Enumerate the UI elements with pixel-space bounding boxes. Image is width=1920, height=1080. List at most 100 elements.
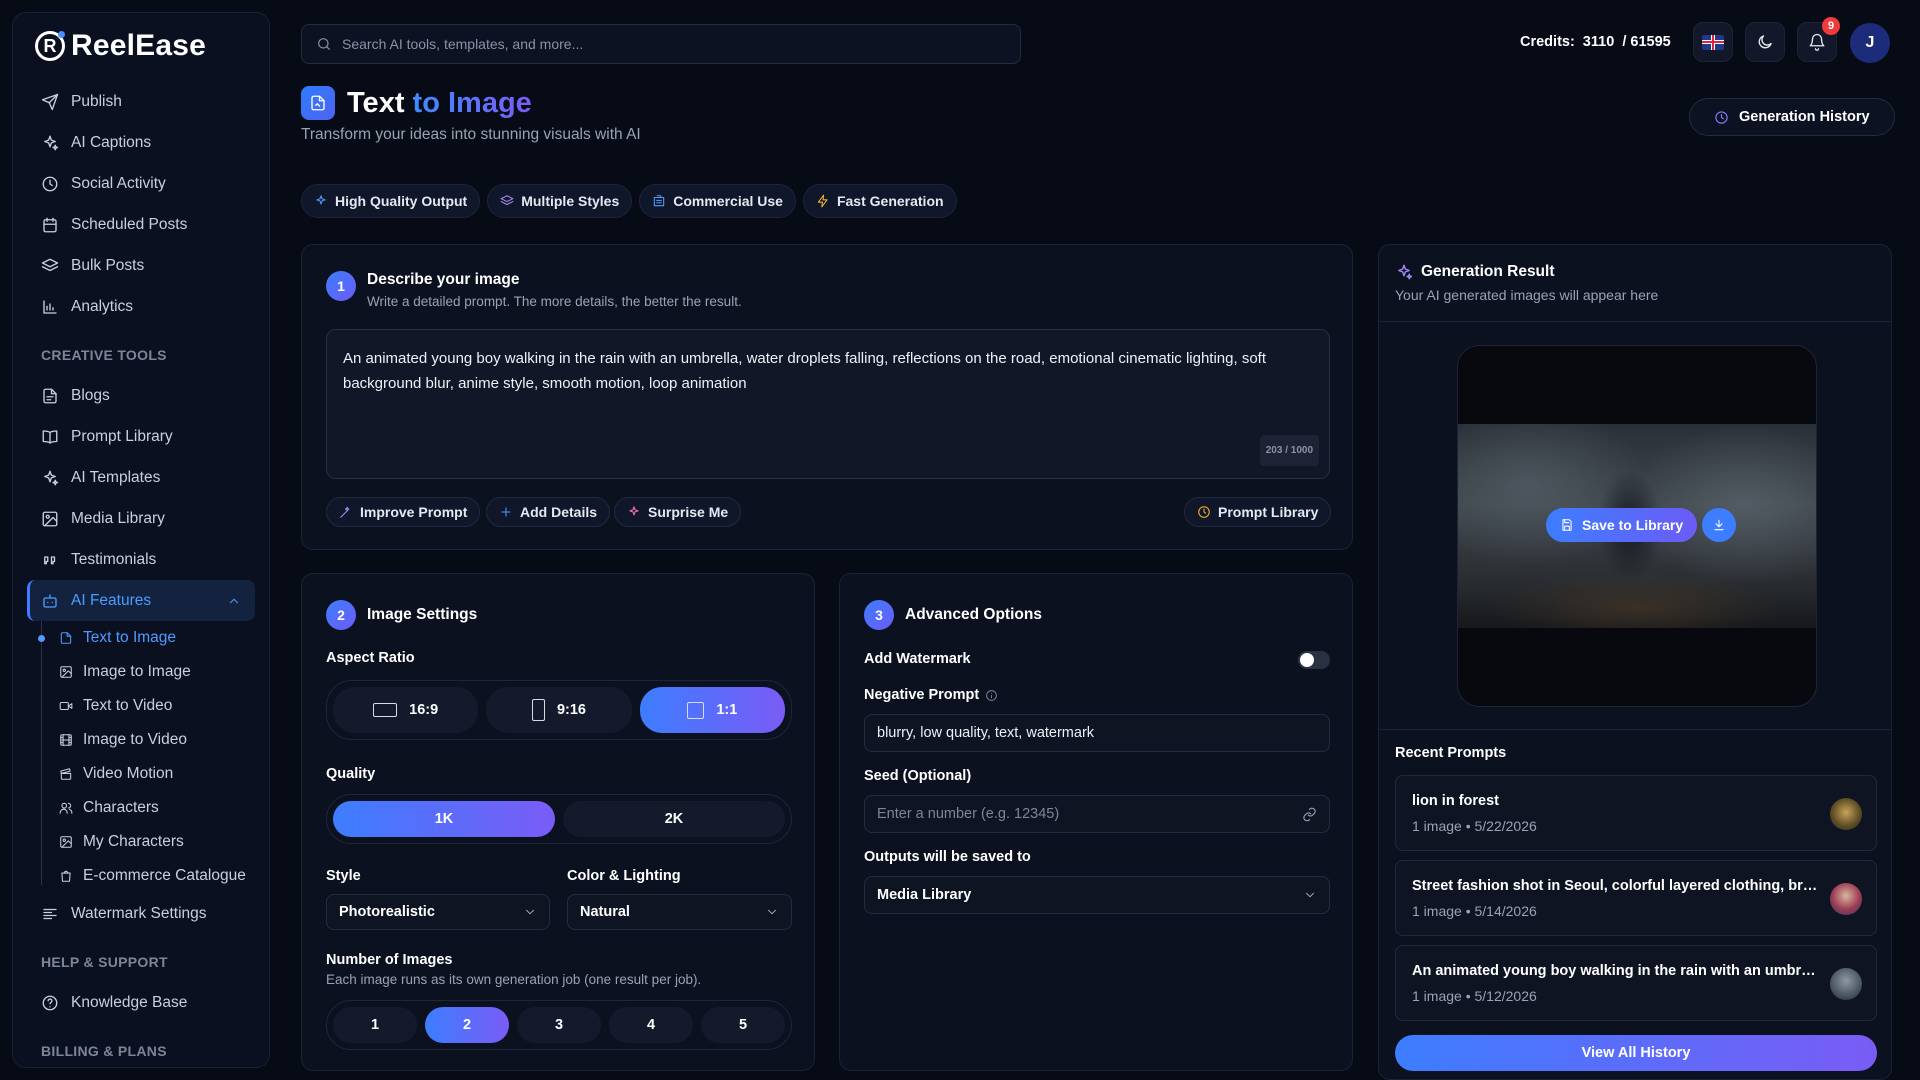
credits-display: Credits: 3110 / 61595 <box>1520 34 1671 50</box>
credits-used: 3110 <box>1582 34 1615 50</box>
recent-prompt-item[interactable]: Street fashion shot in Seoul, colorful l… <box>1395 860 1877 936</box>
card-title: Describe your image <box>367 271 520 288</box>
generation-history-button[interactable]: Generation History <box>1689 98 1895 136</box>
logo-icon: R <box>35 31 65 61</box>
generated-image-preview[interactable]: Save to Library <box>1457 345 1817 707</box>
recent-prompt-title: Street fashion shot in Seoul, colorful l… <box>1412 878 1820 894</box>
sidebar-item-testimonials[interactable]: Testimonials <box>27 539 255 580</box>
quality-2k-option[interactable]: 2K <box>563 801 785 837</box>
page-header: Text to Image <box>301 86 532 120</box>
aspect-9-16-option[interactable]: 9:16 <box>486 687 632 733</box>
recent-prompt-thumbnail <box>1830 883 1862 915</box>
sidebar-item-image-to-video[interactable]: Image to Video <box>51 723 255 757</box>
logo[interactable]: R ReelEase <box>35 29 206 63</box>
recent-prompt-item[interactable]: An animated young boy walking in the rai… <box>1395 945 1877 1021</box>
save-location-select[interactable]: Media Library <box>864 876 1330 914</box>
improve-prompt-button[interactable]: Improve Prompt <box>326 497 481 527</box>
clock-icon <box>1198 506 1210 518</box>
sidebar-item-image-to-image[interactable]: Image to Image <box>51 655 255 689</box>
image-icon <box>60 836 72 848</box>
image-count-1[interactable]: 1 <box>333 1007 417 1043</box>
sidebar-item-label: AI Features <box>71 591 152 609</box>
seed-label: Seed (Optional) <box>864 768 972 784</box>
document-icon <box>43 388 57 403</box>
feature-chip: Fast Generation <box>802 184 957 218</box>
avatar[interactable]: J <box>1850 23 1890 63</box>
image-count-3[interactable]: 3 <box>517 1007 601 1043</box>
search-bar[interactable]: Search AI tools, templates, and more... <box>301 24 1021 64</box>
image-count-4[interactable]: 4 <box>609 1007 693 1043</box>
magic-wand-icon <box>340 506 350 518</box>
prompt-library-button[interactable]: Prompt Library <box>1184 497 1332 527</box>
image-icon <box>60 666 72 678</box>
negative-prompt-label: Negative Prompt <box>864 687 998 703</box>
section-creative-tools: CREATIVE TOOLS <box>41 347 167 363</box>
recent-prompt-meta: 1 image • 5/12/2026 <box>1412 988 1537 1004</box>
recent-prompts-title: Recent Prompts <box>1395 745 1507 761</box>
result-subtitle: Your AI generated images will appear her… <box>1395 287 1659 303</box>
search-input[interactable]: Search AI tools, templates, and more... <box>342 36 583 52</box>
aspect-16-9-option[interactable]: 16:9 <box>333 687 479 733</box>
prompt-textarea[interactable]: An animated young boy walking in the rai… <box>326 329 1330 479</box>
notifications-button[interactable]: 9 <box>1797 17 1840 62</box>
sparkle-icon <box>629 506 639 516</box>
color-lighting-select[interactable]: Natural <box>567 894 792 930</box>
sidebar-nav: Publish AI Captions Social Activity Sche… <box>27 81 255 1067</box>
download-button[interactable] <box>1702 508 1736 542</box>
sidebar-item-label: Scheduled Posts <box>71 215 188 233</box>
negative-prompt-input[interactable]: blurry, low quality, text, watermark <box>864 714 1330 752</box>
link-icon[interactable] <box>1302 807 1317 822</box>
seed-input[interactable]: Enter a number (e.g. 12345) <box>864 795 1330 833</box>
book-icon <box>42 429 58 444</box>
language-button[interactable] <box>1693 22 1733 62</box>
recent-prompt-title: lion in forest <box>1412 793 1499 809</box>
style-select[interactable]: Photorealistic <box>326 894 550 930</box>
sidebar-item-media-library[interactable]: Media Library <box>27 498 255 539</box>
save-to-library-button[interactable]: Save to Library <box>1546 508 1698 542</box>
sidebar-item-video-motion[interactable]: Video Motion <box>51 757 255 791</box>
sidebar-item-publish[interactable]: Publish <box>27 81 255 122</box>
surprise-me-button[interactable]: Surprise Me <box>614 497 742 527</box>
sidebar-item-scheduled-posts[interactable]: Scheduled Posts <box>27 204 255 245</box>
theme-toggle-button[interactable] <box>1745 22 1785 62</box>
sidebar-item-my-characters[interactable]: My Characters <box>51 825 255 859</box>
chevron-down-icon <box>525 909 535 915</box>
sidebar-item-ai-templates[interactable]: AI Templates <box>27 457 255 498</box>
step-number: 2 <box>326 600 356 630</box>
help-circle-icon <box>42 995 58 1010</box>
quality-1k-option[interactable]: 1K <box>333 801 555 837</box>
sidebar-item-bulk-posts[interactable]: Bulk Posts <box>27 245 255 286</box>
sidebar-item-label: Text to Video <box>83 697 173 714</box>
info-icon <box>986 689 998 701</box>
image-count-2[interactable]: 2 <box>425 1007 509 1043</box>
number-of-images-label: Number of Images <box>326 952 453 968</box>
recent-prompt-item[interactable]: lion in forest 1 image • 5/22/2026 <box>1395 775 1877 851</box>
sidebar-item-text-to-video[interactable]: Text to Video <box>51 689 255 723</box>
color-lighting-label: Color & Lighting <box>567 868 681 884</box>
sidebar-item-characters[interactable]: Characters <box>51 791 255 825</box>
text-align-icon <box>43 908 57 919</box>
sidebar-item-ai-features[interactable]: AI Features <box>27 580 255 621</box>
aspect-1-1-option[interactable]: 1:1 <box>639 687 785 733</box>
sparkles-icon <box>1398 264 1413 280</box>
search-icon <box>318 38 330 50</box>
save-location-label: Outputs will be saved to <box>864 849 1031 865</box>
sidebar-item-blogs[interactable]: Blogs <box>27 375 255 416</box>
image-count-5[interactable]: 5 <box>701 1007 785 1043</box>
sidebar-item-text-to-image[interactable]: Text to Image <box>51 621 255 655</box>
square-icon <box>687 701 705 719</box>
sidebar-item-watermark-settings[interactable]: Watermark Settings <box>27 893 255 934</box>
sidebar-item-prompt-library[interactable]: Prompt Library <box>27 416 255 457</box>
sidebar-item-ecommerce-catalogue[interactable]: E-commerce Catalogue <box>51 859 255 893</box>
watermark-toggle[interactable] <box>1298 651 1330 669</box>
sidebar-item-social-activity[interactable]: Social Activity <box>27 163 255 204</box>
result-title: Generation Result <box>1421 263 1555 280</box>
sidebar-item-label: Image to Video <box>83 731 187 748</box>
add-details-button[interactable]: Add Details <box>486 497 611 527</box>
view-all-history-button[interactable]: View All History <box>1395 1035 1877 1071</box>
send-icon <box>41 93 59 110</box>
sidebar-item-knowledge-base[interactable]: Knowledge Base <box>27 982 255 1023</box>
sidebar-item-ai-captions[interactable]: AI Captions <box>27 122 255 163</box>
credits-label: Credits: <box>1520 34 1575 50</box>
sidebar-item-analytics[interactable]: Analytics <box>27 286 255 327</box>
